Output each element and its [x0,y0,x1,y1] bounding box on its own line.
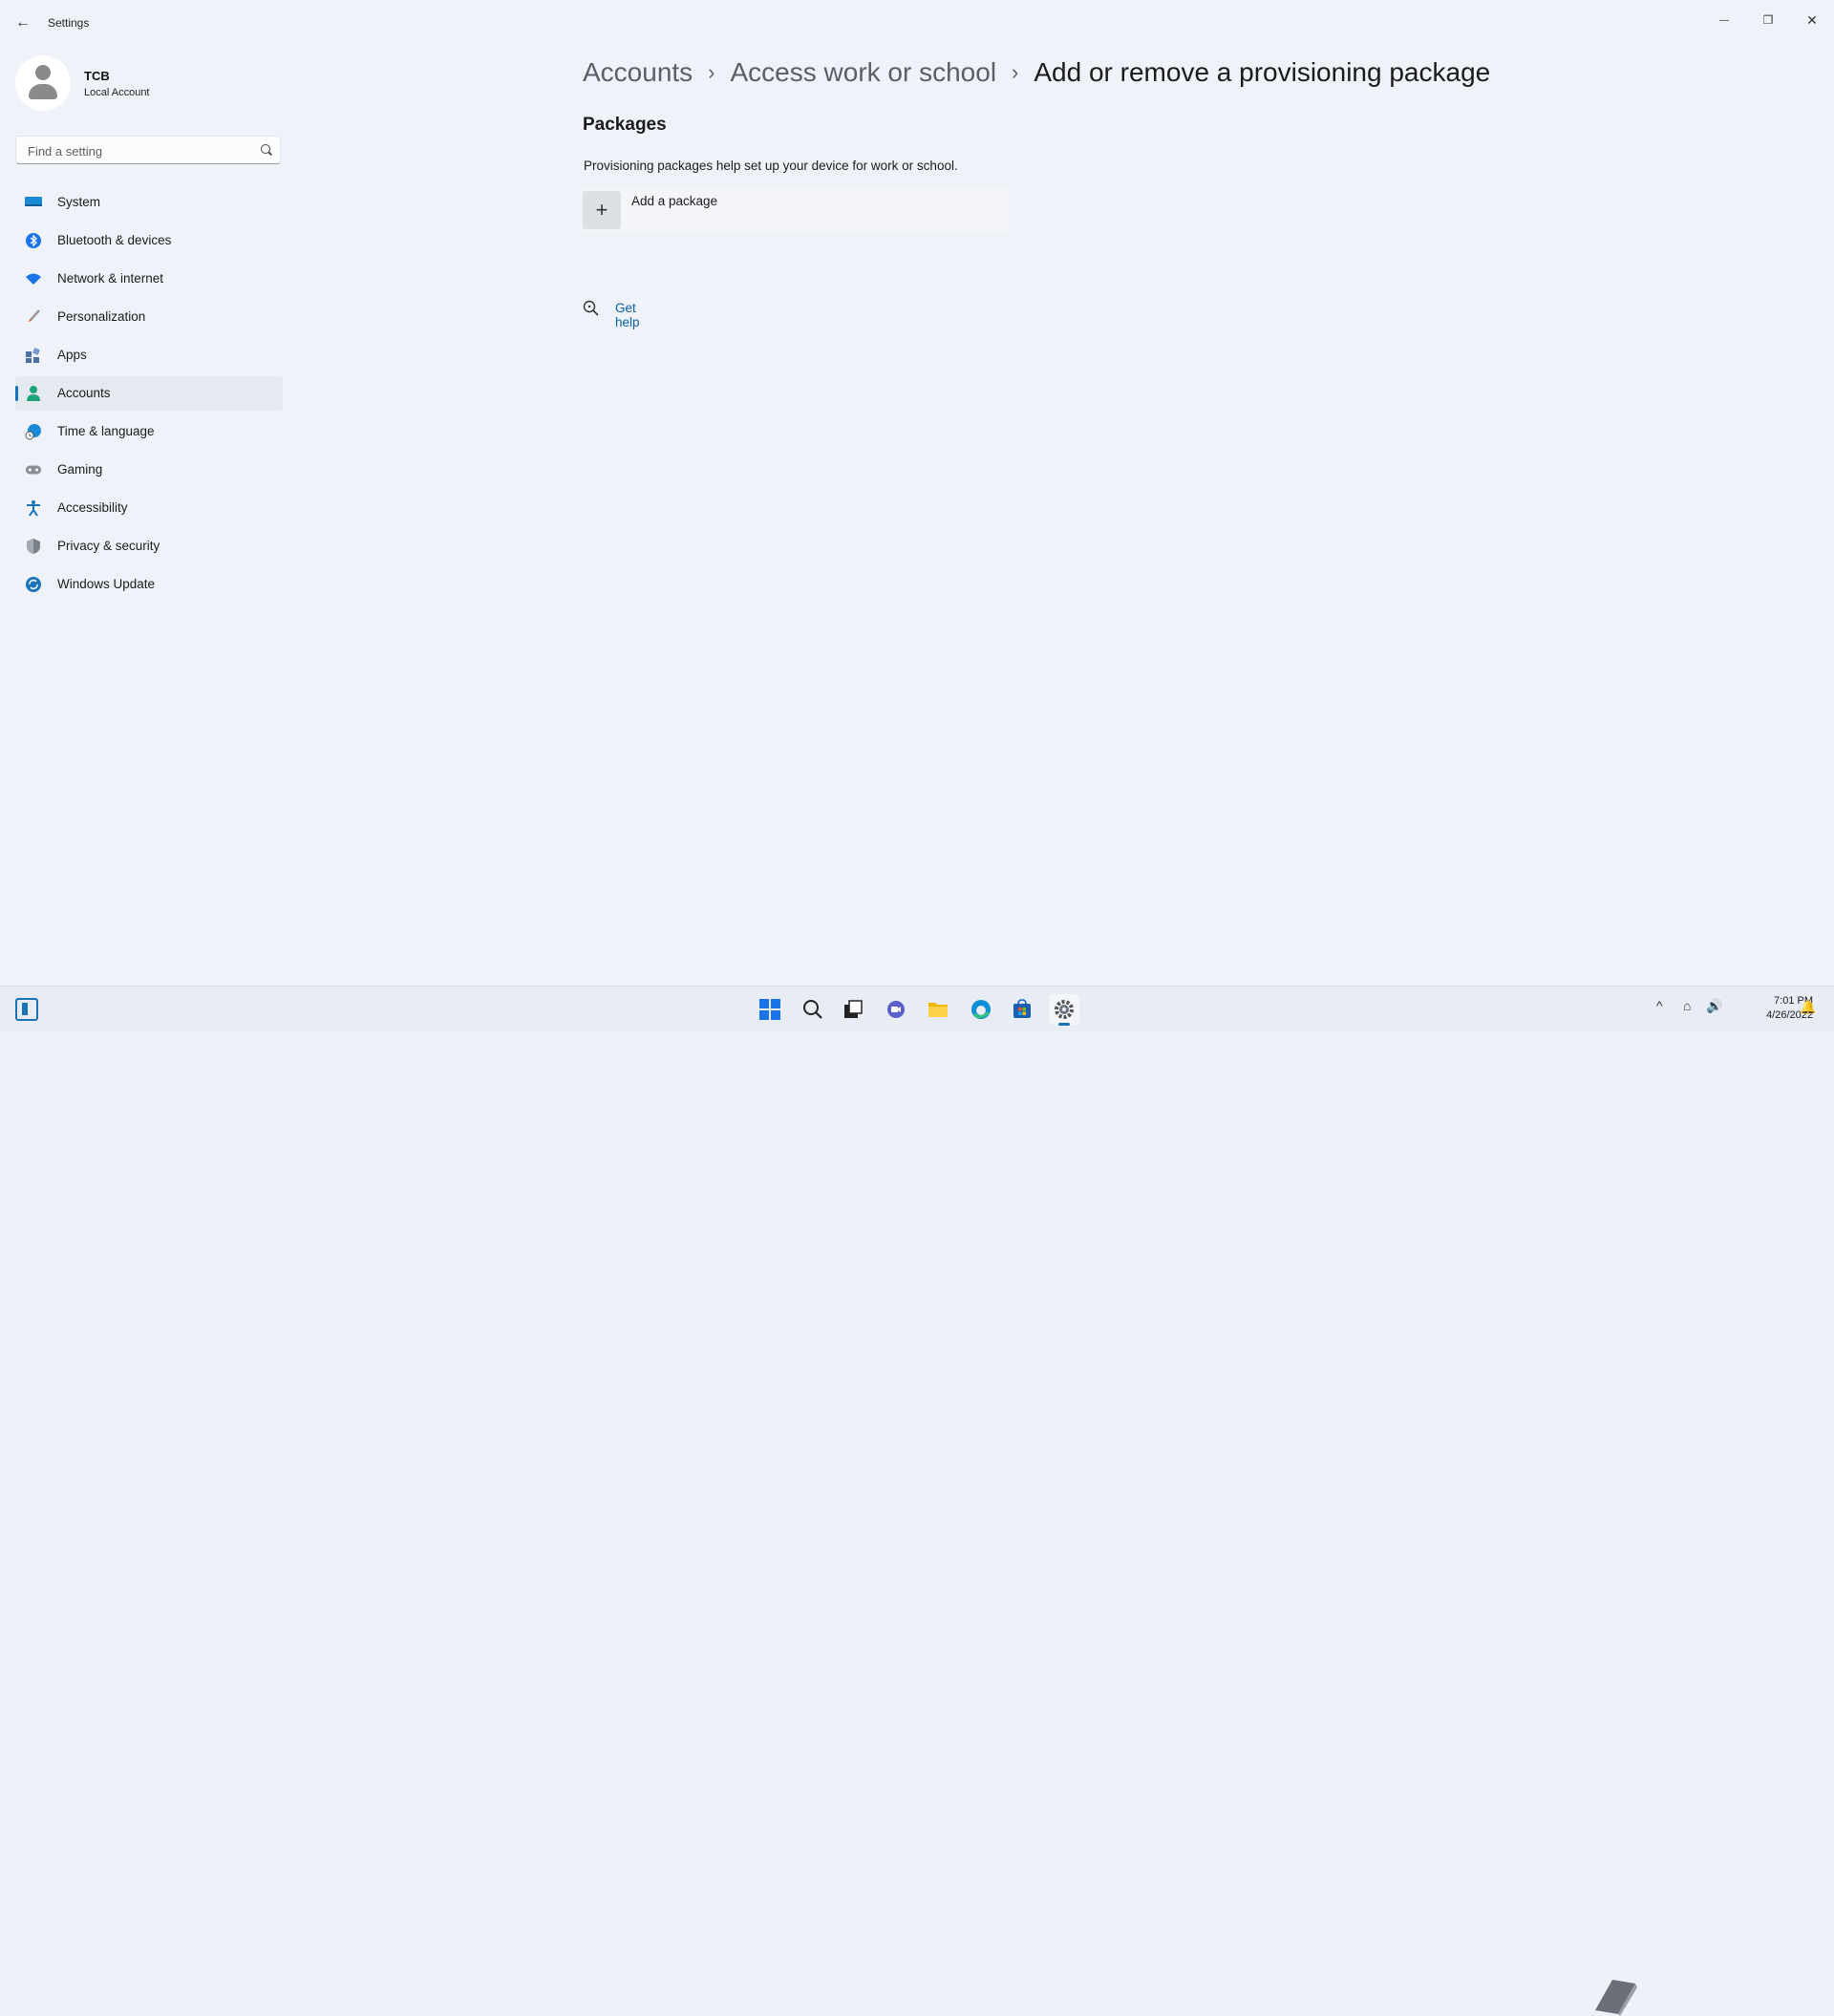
close-icon: ✕ [1806,11,1818,28]
sidebar-item-label: Privacy & security [57,539,160,553]
help-icon [583,300,600,317]
avatar-body-icon [29,84,57,99]
sidebar-item-label: System [57,195,101,209]
search-icon [803,1000,822,1019]
sidebar-item-label: Network & internet [57,271,164,286]
task-view-button[interactable] [838,994,868,1025]
chevron-right-icon: › [1012,60,1019,84]
sidebar-item-label: Accessibility [57,500,128,515]
arrow-left-icon: ← [15,14,31,31]
chat-icon [887,1001,905,1018]
tray-chevron-icon[interactable]: ^ [1656,998,1663,1013]
book-watermark-icon [1595,1980,1637,2016]
wifi-icon [25,270,42,287]
add-package-button[interactable]: + [583,191,621,229]
sidebar-item-gaming[interactable]: Gaming [15,453,283,487]
section-title-packages: Packages [583,115,667,135]
edge-browser-button[interactable] [966,994,996,1025]
user-profile[interactable]: TCB Local Account [15,55,283,111]
folder-icon [928,1003,948,1017]
sidebar-item-windows-update[interactable]: Windows Update [15,567,283,602]
sidebar-item-label: Personalization [57,309,146,324]
sidebar-item-system[interactable]: System [15,185,283,220]
taskbar: ^ ⌂ 🔊 7:01 PM 4/26/2022 🔔 [0,986,1834,2016]
minimize-icon: — [1719,14,1729,26]
chevron-right-icon: › [708,60,715,84]
profile-name: TCB [84,69,110,83]
taskbar-search-button[interactable] [798,994,828,1025]
page-title: Add or remove a provisioning package [1034,57,1491,87]
settings-window: ← Settings — ❐ ✕ TCB Local Account Syste… [0,0,1834,986]
sidebar-item-bluetooth[interactable]: Bluetooth & devices [15,223,283,258]
sidebar-item-accounts[interactable]: Accounts [15,376,283,411]
sidebar-item-label: Windows Update [57,577,156,591]
widgets-icon[interactable] [15,998,38,1021]
windows-logo-icon [759,999,780,1020]
network-icon[interactable]: ⌂ [1683,998,1691,1013]
search-icon[interactable] [261,144,270,154]
sidebar-item-label: Apps [57,348,87,362]
avatar-head-icon [35,65,51,80]
person-icon [25,385,42,402]
file-explorer-button[interactable] [923,994,953,1025]
title-bar: ← Settings — ❐ ✕ [0,0,1834,46]
sidebar-nav: System Bluetooth & devices Network & int… [15,185,283,605]
packages-description: Provisioning packages help set up your d… [584,159,958,173]
sidebar-item-label: Bluetooth & devices [57,233,172,247]
sidebar-item-apps[interactable]: Apps [15,338,283,372]
plus-icon: + [595,198,608,222]
minimize-button[interactable]: — [1702,6,1746,34]
edge-icon [971,1000,991,1019]
globe-clock-icon [25,423,42,440]
monitor-icon [25,194,42,211]
back-button[interactable]: ← [11,11,34,34]
restore-icon: ❐ [1762,13,1774,27]
update-icon [25,576,42,593]
profile-account-type: Local Account [84,87,150,98]
store-button[interactable] [1007,994,1037,1025]
notification-bell-icon[interactable]: 🔔 [1800,999,1816,1015]
apps-icon [25,347,42,364]
search-input[interactable] [26,141,249,160]
settings-taskbar-button[interactable] [1049,994,1079,1026]
sidebar-item-label: Gaming [57,462,103,477]
brush-icon [25,308,42,326]
sidebar-item-privacy-security[interactable]: Privacy & security [15,529,283,563]
bluetooth-icon [25,232,42,249]
chat-button[interactable] [881,994,911,1025]
breadcrumb: Accounts › Access work or school › Add o… [583,53,1490,92]
gamepad-icon [25,461,42,478]
add-package-card[interactable]: + Add a package [583,187,1009,233]
sidebar-item-accessibility[interactable]: Accessibility [15,491,283,525]
breadcrumb-access-work-school[interactable]: Access work or school [731,57,997,88]
breadcrumb-accounts[interactable]: Accounts [583,57,693,88]
search-box[interactable] [15,136,281,164]
get-help-link[interactable]: Get help [615,301,640,329]
sidebar-item-label: Time & language [57,424,155,438]
task-view-icon [844,1000,863,1018]
add-package-label: Add a package [631,194,718,208]
close-button[interactable]: ✕ [1790,6,1834,34]
store-icon [1013,999,1031,1018]
app-title: Settings [48,16,90,30]
shield-icon [25,538,42,555]
maximize-button[interactable]: ❐ [1746,6,1790,34]
volume-icon[interactable]: 🔊 [1706,998,1722,1014]
sidebar-item-personalization[interactable]: Personalization [15,300,283,334]
sidebar-item-time-language[interactable]: Time & language [15,414,283,449]
accessibility-icon [25,499,42,517]
sidebar-item-network[interactable]: Network & internet [15,262,283,296]
avatar [15,55,71,111]
gear-icon [1055,1000,1074,1019]
sidebar-item-label: Accounts [57,386,111,400]
start-button[interactable] [755,994,785,1025]
